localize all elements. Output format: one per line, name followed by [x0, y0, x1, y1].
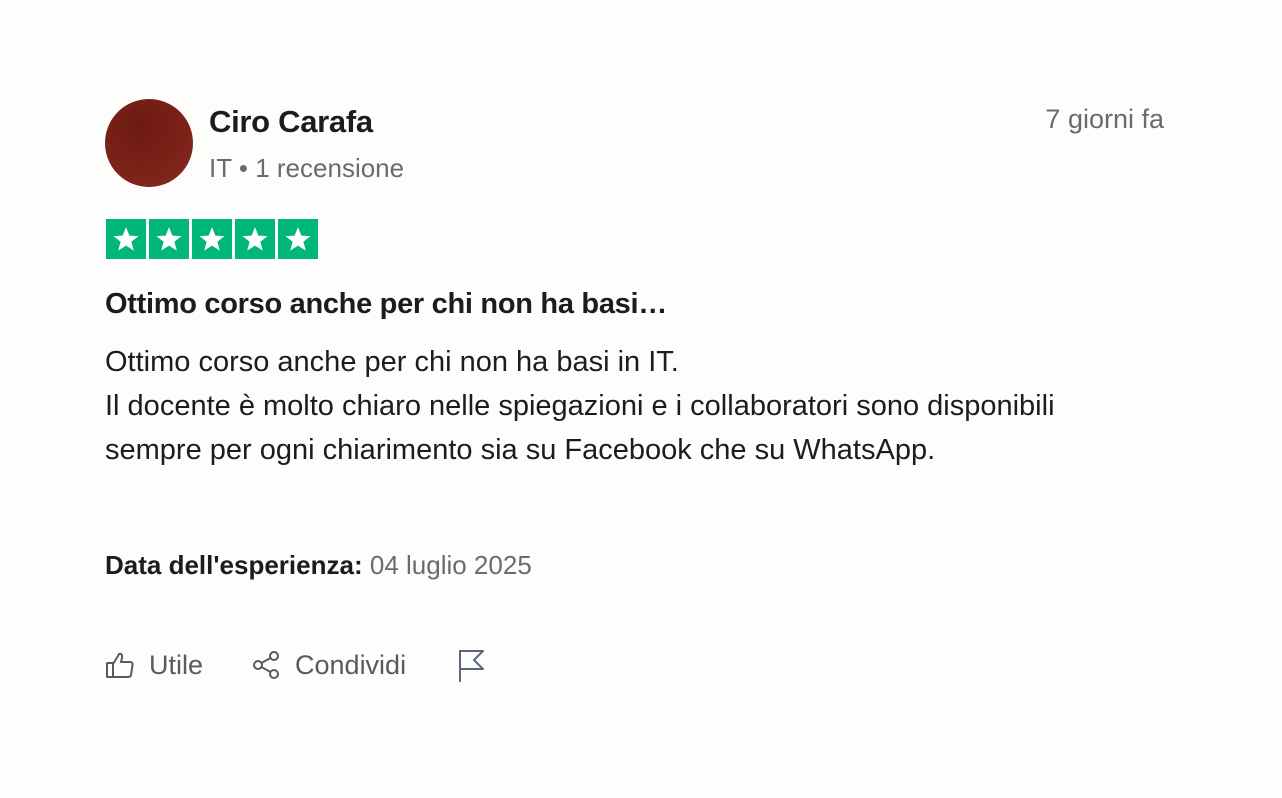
experience-value: 04 luglio 2025 [369, 550, 532, 580]
review-card: Ciro Carafa IT • 1 recensione 7 giorni f… [0, 0, 1282, 798]
share-icon [251, 650, 281, 680]
flag-icon [456, 647, 486, 683]
thumbs-up-icon [105, 650, 135, 680]
experience-label: Data dell'esperienza: [105, 550, 363, 580]
avatar[interactable] [105, 99, 193, 187]
useful-button[interactable]: Utile [105, 650, 203, 681]
star-icon [149, 219, 189, 259]
experience-date: Data dell'esperienza: 04 luglio 2025 [105, 548, 532, 582]
share-button[interactable]: Condividi [251, 650, 406, 681]
review-title[interactable]: Ottimo corso anche per chi non ha basi… [105, 286, 667, 322]
reviewer-name[interactable]: Ciro Carafa [209, 104, 373, 140]
star-icon [278, 219, 318, 259]
review-date: 7 giorni fa [1045, 104, 1164, 134]
star-icon [192, 219, 232, 259]
reviewer-reviews-count: 1 recensione [255, 153, 405, 183]
review-actions: Utile Condividi [105, 643, 486, 687]
share-label: Condividi [295, 649, 407, 680]
review-body: Ottimo corso anche per chi non ha basi i… [105, 346, 1055, 466]
star-icon [235, 219, 275, 259]
star-icon [106, 219, 146, 259]
meta-separator: • [238, 153, 248, 183]
report-button[interactable] [456, 647, 486, 683]
reviewer-country: IT [209, 153, 232, 183]
reviewer-meta: IT • 1 recensione [209, 152, 404, 184]
useful-label: Utile [149, 649, 204, 680]
star-rating [106, 219, 318, 259]
